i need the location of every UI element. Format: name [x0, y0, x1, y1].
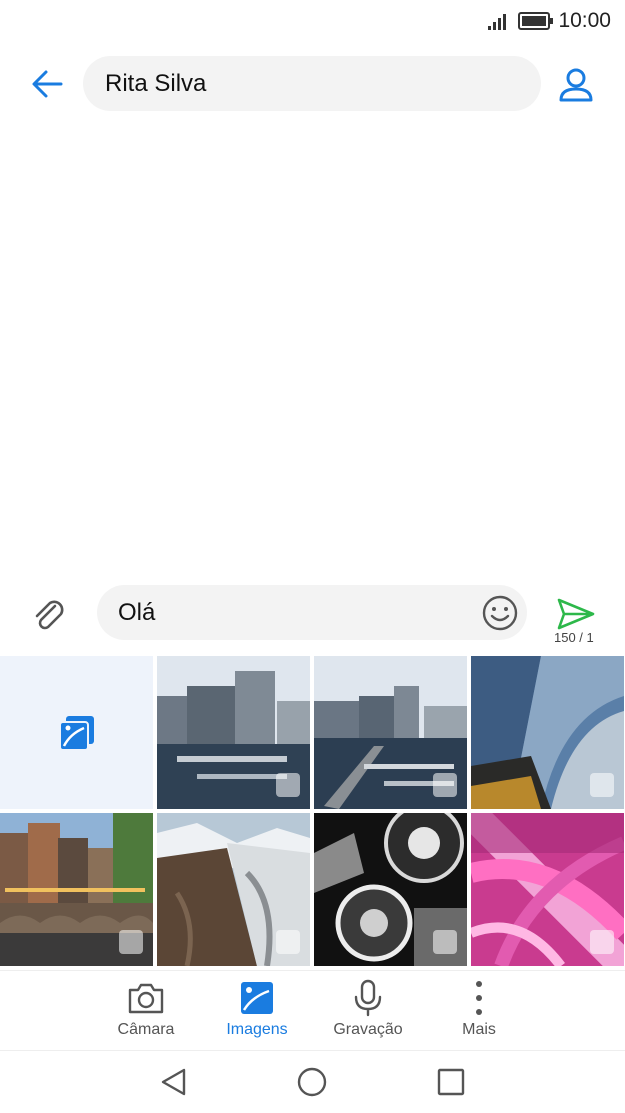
recipient-name: Rita Silva [105, 70, 207, 97]
select-checkbox[interactable] [276, 773, 300, 797]
attachment-tab-bar: Câmara Imagens Gravação Mais [0, 970, 625, 1051]
emoji-button[interactable] [481, 594, 519, 632]
circle-home-icon [297, 1067, 327, 1097]
battery-icon [518, 12, 553, 30]
system-nav-bar [0, 1050, 625, 1113]
gallery-photo[interactable] [0, 813, 153, 966]
paperclip-icon [35, 600, 64, 630]
arrow-left-icon [32, 70, 63, 98]
status-bar: 10:00 [0, 0, 625, 42]
triangle-back-icon [161, 1068, 186, 1096]
attach-button[interactable] [30, 597, 68, 635]
open-gallery-tile[interactable] [0, 656, 153, 809]
nav-home-button[interactable] [295, 1065, 329, 1099]
select-checkbox[interactable] [433, 930, 457, 954]
gallery-icon [59, 716, 94, 751]
microphone-icon [354, 979, 382, 1017]
recipient-field[interactable]: Rita Silva [83, 56, 541, 111]
compose-row: Olá 150 / 1 [0, 585, 625, 655]
character-counter: 150 / 1 [554, 630, 594, 645]
gallery-photo[interactable] [314, 656, 467, 809]
gallery-photo[interactable] [471, 656, 624, 809]
square-recents-icon [437, 1068, 465, 1096]
gallery-photo[interactable] [471, 813, 624, 966]
gallery-photo[interactable] [157, 813, 310, 966]
image-icon [241, 982, 273, 1014]
tab-recording[interactable]: Gravação [318, 979, 418, 1049]
tab-images[interactable]: Imagens [207, 979, 307, 1049]
tab-label: Mais [462, 1021, 496, 1038]
select-checkbox[interactable] [433, 773, 457, 797]
message-text: Olá [118, 599, 156, 626]
tab-label: Gravação [333, 1021, 403, 1038]
message-input[interactable]: Olá [97, 585, 527, 640]
more-vertical-icon [476, 981, 482, 1015]
signal-icon [488, 14, 506, 30]
person-icon [559, 68, 593, 102]
select-checkbox[interactable] [276, 930, 300, 954]
back-button[interactable] [28, 64, 68, 104]
nav-back-button[interactable] [157, 1065, 191, 1099]
select-checkbox[interactable] [590, 773, 614, 797]
contact-button[interactable] [555, 64, 597, 106]
smiley-icon [482, 595, 518, 631]
status-time: 10:00 [558, 9, 611, 32]
nav-recents-button[interactable] [434, 1065, 468, 1099]
gallery-photo[interactable] [157, 656, 310, 809]
tab-label: Imagens [226, 1021, 288, 1038]
tab-label: Câmara [117, 1021, 175, 1038]
gallery-photo[interactable] [314, 813, 467, 966]
send-icon [557, 598, 595, 630]
send-button[interactable] [556, 597, 596, 631]
camera-icon [128, 983, 164, 1014]
select-checkbox[interactable] [119, 930, 143, 954]
image-gallery [0, 656, 625, 968]
conversation-header: Rita Silva [0, 56, 625, 112]
tab-camera[interactable]: Câmara [96, 979, 196, 1049]
tab-more[interactable]: Mais [429, 979, 529, 1049]
select-checkbox[interactable] [590, 930, 614, 954]
